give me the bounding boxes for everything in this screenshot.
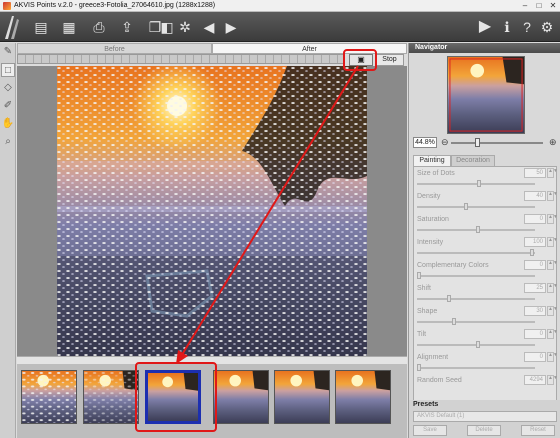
before-after-icon[interactable]: ◧ — [158, 18, 176, 36]
run-icon[interactable]: ▶ — [476, 18, 494, 36]
progress-bar — [17, 54, 345, 64]
param-shape: Shape 30 ▲▼ — [414, 305, 558, 328]
zoom-in-icon[interactable]: ⊕ — [549, 137, 557, 148]
tab-painting[interactable]: Painting — [413, 155, 451, 166]
stop-button[interactable]: Stop — [375, 54, 404, 66]
main-image — [57, 66, 367, 356]
minimize-button[interactable]: – — [518, 0, 532, 12]
zoom-input[interactable]: 44.8% — [413, 137, 437, 148]
navigator-title: Navigator — [409, 43, 560, 53]
reset-preset-button[interactable]: Reset — [521, 425, 555, 436]
thumbnail-4[interactable] — [213, 370, 269, 424]
save-icon[interactable]: ▦ — [60, 18, 78, 36]
zoom-row: 44.8% ⊖ ⊕ — [409, 137, 560, 149]
spinner-icon[interactable]: ▲▼ — [547, 329, 558, 339]
param-random-seed: Random Seed 4294 ▲▼ — [417, 375, 558, 385]
zoom-slider[interactable] — [451, 142, 543, 144]
delete-preset-button[interactable]: Delete — [467, 425, 501, 436]
save-preset-button[interactable]: Save — [413, 425, 447, 436]
param-saturation: Saturation 0 ▲▼ — [414, 213, 558, 236]
highlight-box-snapshot — [343, 49, 377, 71]
brush-tool-icon[interactable]: ✎ — [1, 45, 15, 59]
spinner-icon[interactable]: ▲▼ — [547, 375, 558, 385]
presets-title: Presets — [413, 401, 439, 408]
slider[interactable] — [417, 275, 535, 277]
presets-section: Presets AKVIS Default (1) Save Delete Re… — [409, 400, 560, 438]
slider[interactable] — [417, 367, 535, 369]
zoom-tool-icon[interactable]: ⌕ — [1, 135, 15, 149]
zoom-out-icon[interactable]: ⊖ — [441, 137, 449, 148]
slider[interactable] — [417, 298, 535, 300]
settings-icon[interactable]: ✲ — [176, 18, 194, 36]
toolbar: ▤ ▦ ⎙ ⇪ ❐ ◧ ✲ ◀ ▶ ▶ ℹ ? ⚙ — [0, 12, 560, 42]
tab-after[interactable]: After — [212, 43, 407, 54]
spinner-icon[interactable]: ▲▼ — [547, 306, 558, 316]
akvis-logo-icon — [5, 16, 19, 39]
param-size-of-dots: Size of Dots 50 ▲▼ — [414, 167, 558, 190]
zoom-slider-knob[interactable] — [475, 138, 480, 147]
thumbnail-6[interactable] — [335, 370, 391, 424]
param-intensity: Intensity 100 ▲▼ — [414, 236, 558, 259]
history-brush-icon[interactable]: ✐ — [1, 99, 15, 113]
preferences-icon[interactable]: ⚙ — [538, 18, 556, 36]
window-title: AKVIS Points v.2.0 - greece3-Fotolia_270… — [14, 2, 216, 9]
eraser-tool-icon[interactable]: ◇ — [1, 81, 15, 95]
tab-decoration[interactable]: Decoration — [451, 155, 495, 166]
spinner-icon[interactable]: ▲▼ — [547, 352, 558, 362]
undo-icon[interactable]: ◀ — [200, 18, 218, 36]
slider[interactable] — [417, 321, 535, 323]
app-icon — [3, 1, 11, 10]
tab-before[interactable]: Before — [17, 43, 212, 54]
settings-panel: Navigator 44.8% ⊖ ⊕ Painting Decoration … — [408, 43, 560, 438]
param-tilt: Tilt 0 ▲▼ — [414, 328, 558, 351]
param-alignment: Alignment 0 ▲▼ — [414, 351, 558, 374]
select-tool-icon[interactable]: □ — [1, 63, 15, 77]
spinner-icon[interactable]: ▲▼ — [547, 191, 558, 201]
spinner-icon[interactable]: ▲▼ — [547, 214, 558, 224]
hand-tool-icon[interactable]: ✋ — [1, 117, 15, 131]
thumbnail-5[interactable] — [274, 370, 330, 424]
help-icon[interactable]: ? — [518, 18, 536, 36]
info-icon[interactable]: ℹ — [498, 18, 516, 36]
thumbnail-1[interactable] — [21, 370, 77, 424]
highlight-box-thumbnail — [135, 362, 217, 432]
print-icon[interactable]: ⎙ — [90, 18, 108, 36]
painting-parameters: Size of Dots 50 ▲▼ Density 40 ▲▼ Saturat… — [413, 166, 558, 416]
spinner-icon[interactable]: ▲▼ — [547, 168, 558, 178]
redo-icon[interactable]: ▶ — [222, 18, 240, 36]
settings-tabs: Painting Decoration — [413, 155, 557, 166]
close-button[interactable]: ✕ — [546, 0, 560, 12]
slider[interactable] — [417, 252, 535, 254]
navigator-preview[interactable] — [447, 56, 525, 134]
tools-panel: ✎ □ ◇ ✐ ✋ ⌕ — [0, 43, 16, 438]
preset-dropdown[interactable]: AKVIS Default (1) — [413, 411, 557, 422]
maximize-button[interactable]: □ — [532, 0, 546, 12]
title-bar: AKVIS Points v.2.0 - greece3-Fotolia_270… — [0, 0, 560, 12]
open-icon[interactable]: ▤ — [32, 18, 50, 36]
share-icon[interactable]: ⇪ — [118, 18, 136, 36]
param-complementary-colors: Complementary Colors 0 ▲▼ — [414, 259, 558, 282]
slider[interactable] — [417, 206, 535, 208]
spinner-icon[interactable]: ▲▼ — [547, 260, 558, 270]
spinner-icon[interactable]: ▲▼ — [547, 237, 558, 247]
image-canvas[interactable] — [17, 66, 407, 356]
param-shift: Shift 25 ▲▼ — [414, 282, 558, 305]
param-density: Density 40 ▲▼ — [414, 190, 558, 213]
slider[interactable] — [417, 183, 535, 185]
thumbnail-2[interactable] — [83, 370, 139, 424]
spinner-icon[interactable]: ▲▼ — [547, 283, 558, 293]
